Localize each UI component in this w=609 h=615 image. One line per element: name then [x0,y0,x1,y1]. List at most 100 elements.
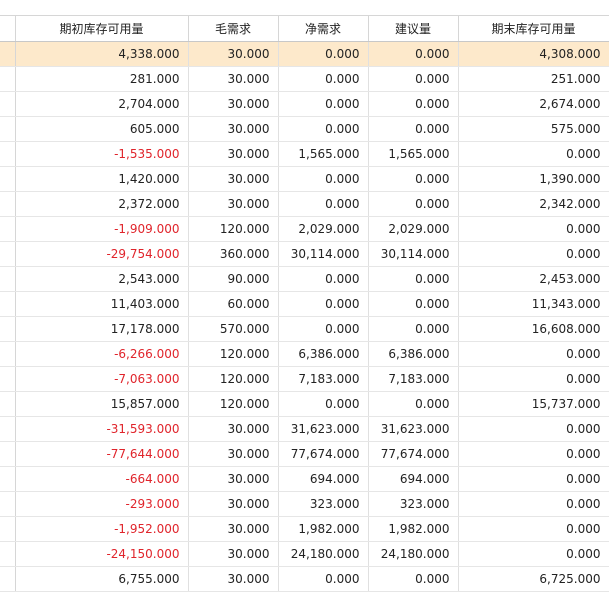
row-header-cell[interactable] [0,291,16,317]
cell-net-requirement[interactable]: 77,674.000 [278,441,369,467]
cell-closing-available[interactable]: 1,390.000 [458,166,609,192]
cell-opening-available[interactable]: -31,593.000 [15,416,189,442]
cell-suggested-quantity[interactable]: 0.000 [368,41,459,67]
row-header-cell[interactable] [0,191,16,217]
cell-suggested-quantity[interactable]: 31,623.000 [368,416,459,442]
cell-opening-available[interactable]: -77,644.000 [15,441,189,467]
cell-gross-requirement[interactable]: 30.000 [188,416,279,442]
cell-opening-available[interactable]: 4,338.000 [15,41,189,67]
cell-closing-available[interactable]: 0.000 [458,516,609,542]
cell-suggested-quantity[interactable]: 0.000 [368,316,459,342]
cell-net-requirement[interactable]: 323.000 [278,491,369,517]
cell-gross-requirement[interactable]: 30.000 [188,441,279,467]
cell-suggested-quantity[interactable]: 0.000 [368,116,459,142]
row-header-cell[interactable] [0,41,16,67]
cell-net-requirement[interactable]: 31,623.000 [278,416,369,442]
cell-closing-available[interactable]: 2,342.000 [458,191,609,217]
table-row[interactable]: -29,754.000 360.000 30,114.000 30,114.000 0.… [0,241,609,267]
cell-net-requirement[interactable]: 6,386.000 [278,341,369,367]
cell-opening-available[interactable]: 17,178.000 [15,316,189,342]
table-row[interactable]: -1,535.000 30.000 1,565.000 1,565.000 0.000 [0,141,609,167]
column-header-closing-available[interactable]: 期末库存可用量 [458,15,609,42]
cell-suggested-quantity[interactable]: 24,180.000 [368,541,459,567]
cell-closing-available[interactable]: 0.000 [458,441,609,467]
cell-opening-available[interactable]: 281.000 [15,66,189,92]
table-row[interactable]: 11,403.000 60.000 0.000 0.000 11,343.000 [0,291,609,317]
cell-closing-available[interactable]: 0.000 [458,341,609,367]
cell-gross-requirement[interactable]: 30.000 [188,116,279,142]
table-row[interactable]: 2,704.000 30.000 0.000 0.000 2,674.000 [0,91,609,117]
cell-opening-available[interactable]: 605.000 [15,116,189,142]
cell-suggested-quantity[interactable]: 0.000 [368,191,459,217]
table-row[interactable]: 605.000 30.000 0.000 0.000 575.000 [0,116,609,142]
column-header-opening-available[interactable]: 期初库存可用量 [15,15,189,42]
cell-closing-available[interactable]: 11,343.000 [458,291,609,317]
cell-gross-requirement[interactable]: 30.000 [188,491,279,517]
row-header-cell[interactable] [0,516,16,542]
cell-opening-available[interactable]: 2,543.000 [15,266,189,292]
cell-suggested-quantity[interactable]: 7,183.000 [368,366,459,392]
cell-suggested-quantity[interactable]: 0.000 [368,91,459,117]
cell-closing-available[interactable]: 6,725.000 [458,566,609,592]
table-row[interactable]: 1,420.000 30.000 0.000 0.000 1,390.000 [0,166,609,192]
row-header-cell[interactable] [0,116,16,142]
cell-net-requirement[interactable]: 0.000 [278,316,369,342]
cell-suggested-quantity[interactable]: 77,674.000 [368,441,459,467]
cell-suggested-quantity[interactable]: 6,386.000 [368,341,459,367]
table-row[interactable]: -664.000 30.000 694.000 694.000 0.000 [0,466,609,492]
cell-gross-requirement[interactable]: 30.000 [188,41,279,67]
cell-opening-available[interactable]: -6,266.000 [15,341,189,367]
cell-opening-available[interactable]: 2,372.000 [15,191,189,217]
table-row[interactable]: 4,338.000 30.000 0.000 0.000 4,308.000 [0,41,609,67]
cell-gross-requirement[interactable]: 120.000 [188,391,279,417]
column-header-suggested-quantity[interactable]: 建议量 [368,15,459,42]
cell-gross-requirement[interactable]: 30.000 [188,516,279,542]
column-header-gross-requirement[interactable]: 毛需求 [188,15,279,42]
cell-opening-available[interactable]: -24,150.000 [15,541,189,567]
cell-gross-requirement[interactable]: 30.000 [188,191,279,217]
cell-opening-available[interactable]: 6,755.000 [15,566,189,592]
cell-suggested-quantity[interactable]: 1,982.000 [368,516,459,542]
cell-closing-available[interactable]: 2,453.000 [458,266,609,292]
cell-gross-requirement[interactable]: 90.000 [188,266,279,292]
cell-gross-requirement[interactable]: 30.000 [188,466,279,492]
row-header-cell[interactable] [0,491,16,517]
cell-closing-available[interactable]: 0.000 [458,216,609,242]
row-header-cell[interactable] [0,216,16,242]
cell-gross-requirement[interactable]: 30.000 [188,541,279,567]
cell-opening-available[interactable]: -7,063.000 [15,366,189,392]
table-row[interactable]: -6,266.000 120.000 6,386.000 6,386.000 0.000 [0,341,609,367]
row-header-cell[interactable] [0,66,16,92]
cell-net-requirement[interactable]: 24,180.000 [278,541,369,567]
row-header-cell[interactable] [0,541,16,567]
row-header-cell[interactable] [0,366,16,392]
row-header-cell[interactable] [0,466,16,492]
row-header-cell[interactable] [0,141,16,167]
cell-suggested-quantity[interactable]: 0.000 [368,566,459,592]
cell-gross-requirement[interactable]: 360.000 [188,241,279,267]
cell-suggested-quantity[interactable]: 30,114.000 [368,241,459,267]
cell-opening-available[interactable]: -1,952.000 [15,516,189,542]
cell-closing-available[interactable]: 0.000 [458,491,609,517]
cell-gross-requirement[interactable]: 30.000 [188,166,279,192]
cell-closing-available[interactable]: 0.000 [458,241,609,267]
cell-opening-available[interactable]: -29,754.000 [15,241,189,267]
cell-net-requirement[interactable]: 30,114.000 [278,241,369,267]
cell-net-requirement[interactable]: 0.000 [278,266,369,292]
row-header-cell[interactable] [0,91,16,117]
cell-net-requirement[interactable]: 0.000 [278,91,369,117]
cell-closing-available[interactable]: 15,737.000 [458,391,609,417]
cell-suggested-quantity[interactable]: 0.000 [368,166,459,192]
cell-opening-available[interactable]: 2,704.000 [15,91,189,117]
row-header-cell[interactable] [0,341,16,367]
cell-gross-requirement[interactable]: 570.000 [188,316,279,342]
cell-net-requirement[interactable]: 694.000 [278,466,369,492]
cell-opening-available[interactable]: -664.000 [15,466,189,492]
cell-gross-requirement[interactable]: 120.000 [188,216,279,242]
table-row[interactable]: 15,857.000 120.000 0.000 0.000 15,737.000 [0,391,609,417]
cell-closing-available[interactable]: 251.000 [458,66,609,92]
cell-gross-requirement[interactable]: 30.000 [188,566,279,592]
cell-suggested-quantity[interactable]: 0.000 [368,266,459,292]
table-row[interactable]: -77,644.000 30.000 77,674.000 77,674.000 0.0… [0,441,609,467]
cell-suggested-quantity[interactable]: 0.000 [368,391,459,417]
